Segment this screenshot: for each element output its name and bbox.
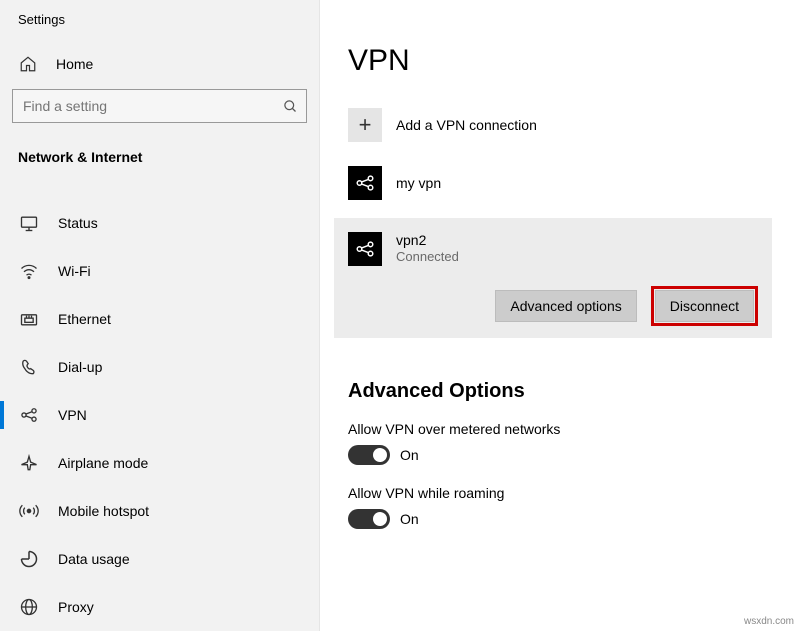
sidebar-item-label: Status <box>58 215 98 231</box>
roaming-label: Allow VPN while roaming <box>348 485 772 501</box>
roaming-toggle[interactable] <box>348 509 390 529</box>
vpn-icon <box>18 405 40 425</box>
proxy-icon <box>18 597 40 617</box>
disconnect-button[interactable]: Disconnect <box>655 290 754 322</box>
search-box[interactable] <box>12 89 307 123</box>
metered-toggle-state: On <box>400 447 419 463</box>
advanced-options-heading: Advanced Options <box>348 380 772 403</box>
home-label: Home <box>56 56 93 72</box>
nav-list: Status Wi-Fi Ethernet <box>0 199 319 631</box>
hotspot-icon <box>18 501 40 521</box>
sidebar-item-label: Proxy <box>58 599 94 615</box>
sidebar-item-label: Wi-Fi <box>58 263 91 279</box>
vpn-entry-name: my vpn <box>396 175 441 191</box>
add-vpn-label: Add a VPN connection <box>396 117 537 133</box>
sidebar-item-airplane-mode[interactable]: Airplane mode <box>0 439 319 487</box>
search-input[interactable] <box>13 98 274 114</box>
ethernet-icon <box>18 309 40 329</box>
vpn-network-icon <box>348 232 382 266</box>
wifi-icon <box>18 261 40 281</box>
search-icon <box>274 99 306 114</box>
plus-icon: + <box>348 108 382 142</box>
sidebar-item-label: Mobile hotspot <box>58 503 149 519</box>
data-usage-icon <box>18 549 40 569</box>
home-nav[interactable]: Home <box>0 45 319 83</box>
home-icon <box>18 55 38 73</box>
sidebar-item-label: Airplane mode <box>58 455 148 471</box>
metered-label: Allow VPN over metered networks <box>348 421 772 437</box>
sidebar-item-label: Ethernet <box>58 311 111 327</box>
sidebar-item-data-usage[interactable]: Data usage <box>0 535 319 583</box>
vpn-selected-status: Connected <box>396 249 459 264</box>
sidebar-item-proxy[interactable]: Proxy <box>0 583 319 631</box>
page-title: VPN <box>348 0 772 106</box>
airplane-icon <box>18 453 40 473</box>
sidebar-item-dialup[interactable]: Dial-up <box>0 343 319 391</box>
sidebar-item-vpn[interactable]: VPN <box>0 391 319 439</box>
metered-toggle[interactable] <box>348 445 390 465</box>
sidebar-item-label: Data usage <box>58 551 130 567</box>
vpn-network-icon <box>348 166 382 200</box>
sidebar-item-status[interactable]: Status <box>0 199 319 247</box>
add-vpn-connection[interactable]: + Add a VPN connection <box>348 106 772 156</box>
sidebar: Settings Home Network & Internet <box>0 0 320 631</box>
sidebar-item-label: Dial-up <box>58 359 102 375</box>
roaming-toggle-state: On <box>400 511 419 527</box>
vpn-selected-name: vpn2 <box>396 232 459 248</box>
sidebar-item-ethernet[interactable]: Ethernet <box>0 295 319 343</box>
window-title: Settings <box>0 0 319 45</box>
dialup-icon <box>18 357 40 377</box>
watermark: wsxdn.com <box>744 616 794 627</box>
vpn-entry-selected[interactable]: vpn2 Connected Advanced options Disconne… <box>334 218 772 338</box>
sidebar-item-wifi[interactable]: Wi-Fi <box>0 247 319 295</box>
vpn-entry-myvpn[interactable]: my vpn <box>348 156 772 210</box>
status-icon <box>18 213 40 233</box>
section-heading: Network & Internet <box>0 133 319 175</box>
main-pane: VPN + Add a VPN connection my vpn vpn2 C… <box>320 0 800 631</box>
advanced-options-button[interactable]: Advanced options <box>495 290 636 322</box>
sidebar-item-mobile-hotspot[interactable]: Mobile hotspot <box>0 487 319 535</box>
sidebar-item-label: VPN <box>58 407 87 423</box>
